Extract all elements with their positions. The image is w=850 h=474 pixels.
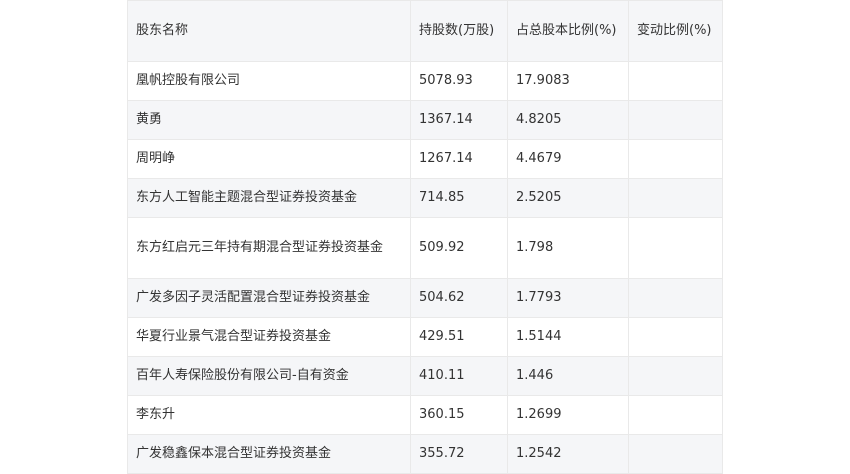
header-shareholder-name: 股东名称 [127, 0, 411, 62]
cell-shares-held: 355.72 [410, 434, 508, 474]
cell-shares-held: 1367.14 [410, 100, 508, 140]
cell-change-ratio [628, 217, 723, 279]
cell-share-ratio: 4.4679 [507, 139, 629, 179]
table-row: 东方红启元三年持有期混合型证券投资基金 509.92 1.798 [127, 217, 723, 279]
cell-shareholder-name: 广发多因子灵活配置混合型证券投资基金 [127, 278, 411, 318]
header-share-ratio: 占总股本比例(%) [507, 0, 629, 62]
shareholder-table-container: 股东名称 持股数(万股) 占总股本比例(%) 变动比例(%) 凰帆控股有限公司 … [127, 0, 723, 474]
cell-share-ratio: 1.2699 [507, 395, 629, 435]
table-row: 广发稳鑫保本混合型证券投资基金 355.72 1.2542 [127, 434, 723, 474]
cell-shareholder-name: 华夏行业景气混合型证券投资基金 [127, 317, 411, 357]
cell-share-ratio: 2.5205 [507, 178, 629, 218]
cell-change-ratio [628, 434, 723, 474]
cell-shares-held: 509.92 [410, 217, 508, 279]
cell-share-ratio: 1.446 [507, 356, 629, 396]
cell-shares-held: 504.62 [410, 278, 508, 318]
table-row: 凰帆控股有限公司 5078.93 17.9083 [127, 61, 723, 101]
cell-shares-held: 714.85 [410, 178, 508, 218]
cell-change-ratio [628, 100, 723, 140]
header-shares-held: 持股数(万股) [410, 0, 508, 62]
cell-change-ratio [628, 61, 723, 101]
table-row: 周明峥 1267.14 4.4679 [127, 139, 723, 179]
cell-shareholder-name: 李东升 [127, 395, 411, 435]
table-row: 广发多因子灵活配置混合型证券投资基金 504.62 1.7793 [127, 278, 723, 318]
cell-change-ratio [628, 317, 723, 357]
cell-change-ratio [628, 178, 723, 218]
cell-shares-held: 360.15 [410, 395, 508, 435]
cell-shareholder-name: 黄勇 [127, 100, 411, 140]
cell-change-ratio [628, 395, 723, 435]
table-row: 李东升 360.15 1.2699 [127, 395, 723, 435]
cell-shareholder-name: 东方人工智能主题混合型证券投资基金 [127, 178, 411, 218]
cell-shares-held: 429.51 [410, 317, 508, 357]
cell-change-ratio [628, 356, 723, 396]
cell-share-ratio: 1.798 [507, 217, 629, 279]
cell-shareholder-name: 百年人寿保险股份有限公司-自有资金 [127, 356, 411, 396]
shareholder-table: 股东名称 持股数(万股) 占总股本比例(%) 变动比例(%) 凰帆控股有限公司 … [127, 0, 723, 474]
cell-shareholder-name: 东方红启元三年持有期混合型证券投资基金 [127, 217, 411, 279]
table-row: 东方人工智能主题混合型证券投资基金 714.85 2.5205 [127, 178, 723, 218]
cell-shares-held: 410.11 [410, 356, 508, 396]
cell-share-ratio: 1.5144 [507, 317, 629, 357]
table-body: 凰帆控股有限公司 5078.93 17.9083 黄勇 1367.14 4.82… [127, 61, 723, 474]
cell-share-ratio: 1.7793 [507, 278, 629, 318]
cell-change-ratio [628, 139, 723, 179]
table-row: 百年人寿保险股份有限公司-自有资金 410.11 1.446 [127, 356, 723, 396]
table-header: 股东名称 持股数(万股) 占总股本比例(%) 变动比例(%) [127, 0, 723, 62]
cell-shareholder-name: 周明峥 [127, 139, 411, 179]
cell-share-ratio: 17.9083 [507, 61, 629, 101]
cell-shareholder-name: 广发稳鑫保本混合型证券投资基金 [127, 434, 411, 474]
cell-shares-held: 5078.93 [410, 61, 508, 101]
header-row: 股东名称 持股数(万股) 占总股本比例(%) 变动比例(%) [127, 0, 723, 62]
header-change-ratio: 变动比例(%) [628, 0, 723, 62]
cell-shareholder-name: 凰帆控股有限公司 [127, 61, 411, 101]
cell-share-ratio: 1.2542 [507, 434, 629, 474]
table-row: 华夏行业景气混合型证券投资基金 429.51 1.5144 [127, 317, 723, 357]
table-row: 黄勇 1367.14 4.8205 [127, 100, 723, 140]
cell-change-ratio [628, 278, 723, 318]
cell-shares-held: 1267.14 [410, 139, 508, 179]
cell-share-ratio: 4.8205 [507, 100, 629, 140]
